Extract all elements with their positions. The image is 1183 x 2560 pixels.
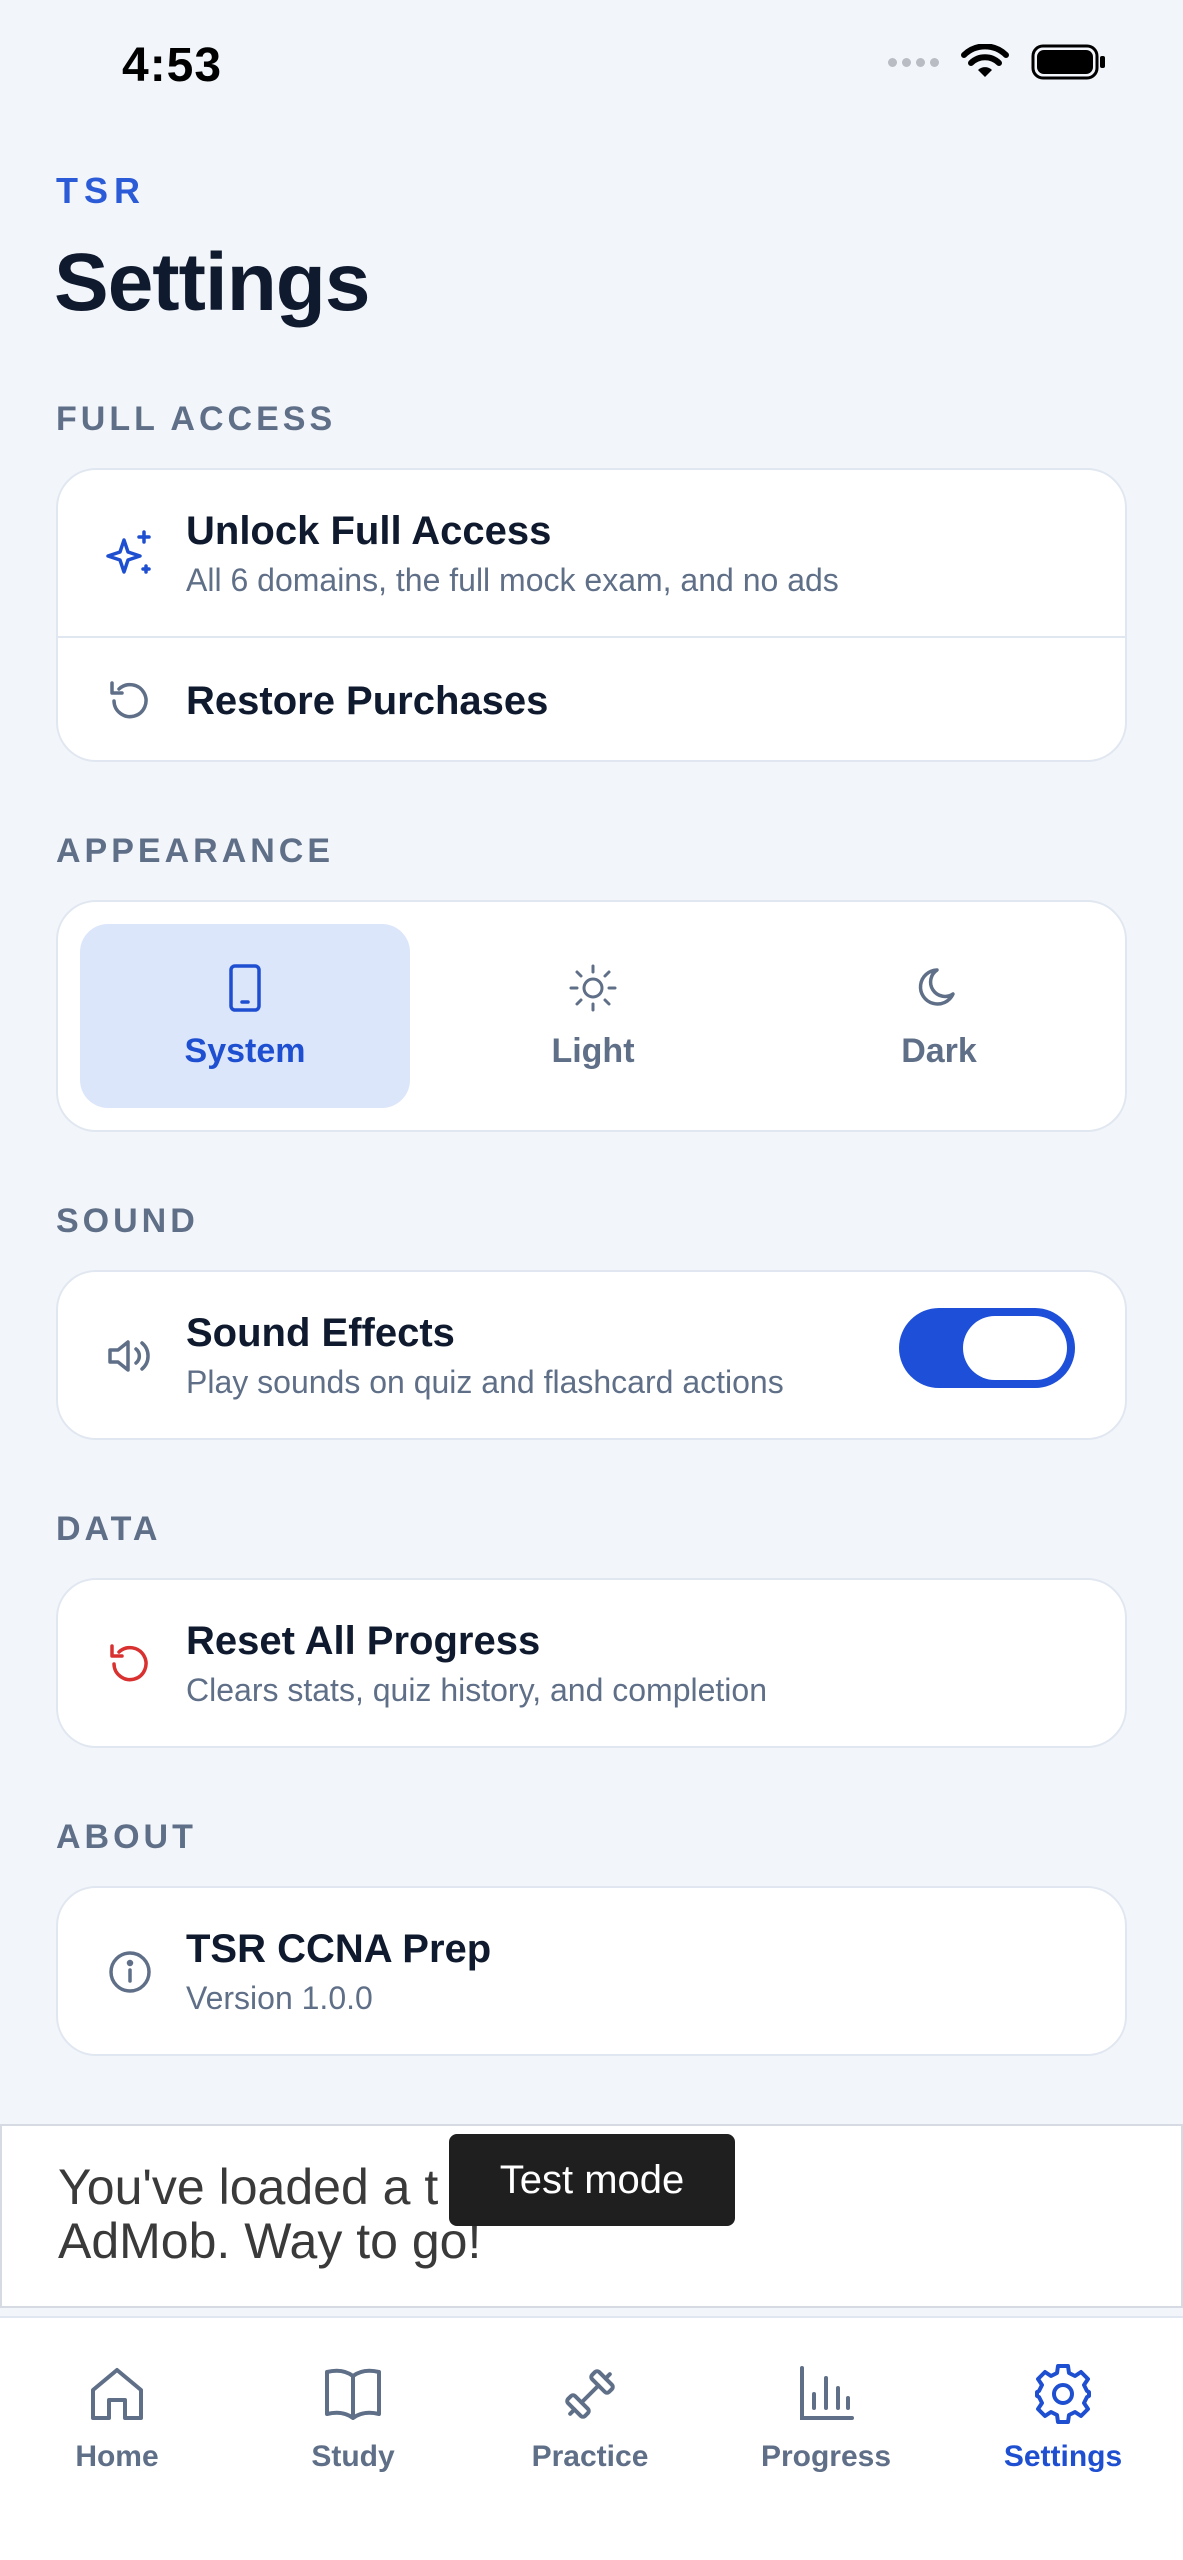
restore-title: Restore Purchases xyxy=(186,678,549,723)
tab-label-study: Study xyxy=(311,2440,395,2473)
restore-icon xyxy=(102,673,158,729)
toggle-knob xyxy=(963,1316,1067,1380)
sound-effects-title: Sound Effects xyxy=(186,1311,455,1355)
tab-label-home: Home xyxy=(75,2440,159,2473)
ad-text-line1: You've loaded a t xyxy=(58,2159,439,2215)
sound-effects-row: Sound Effects Play sounds on quiz and fl… xyxy=(58,1272,1125,1438)
page-title: Settings xyxy=(54,237,370,328)
unlock-subtitle: All 6 domains, the full mock exam, and n… xyxy=(186,562,839,598)
brand-label: TSR xyxy=(56,170,146,211)
reset-texts: Reset All Progress Clears stats, quiz hi… xyxy=(186,1619,767,1709)
tab-home[interactable]: Home xyxy=(17,2362,217,2474)
section-header-data: DATA xyxy=(56,1510,162,1548)
wifi-icon xyxy=(961,44,1009,77)
appearance-option-dark[interactable]: Dark xyxy=(774,924,1104,1108)
ad-text-line2: AdMob. Way to go! xyxy=(58,2213,482,2269)
appearance-label-system: System xyxy=(184,1031,306,1070)
full-access-card: Unlock Full Access All 6 domains, the fu… xyxy=(56,468,1127,762)
section-header-sound: SOUND xyxy=(56,1202,199,1240)
sound-effects-subtitle: Play sounds on quiz and flashcard action… xyxy=(186,1364,784,1400)
tab-study[interactable]: Study xyxy=(253,2362,453,2474)
restore-texts: Restore Purchases xyxy=(186,679,548,724)
appearance-label-light: Light xyxy=(551,1031,635,1070)
status-time: 4:53 xyxy=(122,39,223,92)
section-header-appearance: APPEARANCE xyxy=(56,832,335,870)
tab-bar: Home Study Practice Progress Settings xyxy=(0,2316,1183,2560)
moon-icon xyxy=(918,967,955,1006)
app-version: Version 1.0.0 xyxy=(186,1980,373,2016)
sound-effects-toggle[interactable] xyxy=(899,1308,1075,1388)
data-card: Reset All Progress Clears stats, quiz hi… xyxy=(56,1578,1127,1748)
unlock-full-access-row[interactable]: Unlock Full Access All 6 domains, the fu… xyxy=(58,470,1125,638)
home-icon xyxy=(91,2368,143,2420)
appearance-option-system[interactable]: System xyxy=(80,924,410,1108)
reset-progress-row[interactable]: Reset All Progress Clears stats, quiz hi… xyxy=(58,1580,1125,1746)
app-name: TSR CCNA Prep xyxy=(186,1927,492,1971)
reset-subtitle: Clears stats, quiz history, and completi… xyxy=(186,1672,767,1708)
tab-label-practice: Practice xyxy=(531,2440,649,2473)
about-texts: TSR CCNA Prep Version 1.0.0 xyxy=(186,1927,491,2017)
sun-icon xyxy=(569,964,617,1011)
info-icon xyxy=(102,1944,158,2000)
phone-icon xyxy=(229,963,261,1012)
appearance-label-dark: Dark xyxy=(901,1031,977,1070)
appearance-card: System Light Dark xyxy=(56,900,1127,1132)
battery-icon xyxy=(1031,44,1105,80)
test-mode-badge: Test mode xyxy=(449,2134,735,2226)
dumbbell-icon xyxy=(565,2369,615,2419)
about-app-row: TSR CCNA Prep Version 1.0.0 xyxy=(58,1888,1125,2054)
tab-label-progress: Progress xyxy=(760,2440,892,2473)
reset-icon xyxy=(102,1636,158,1692)
tab-practice[interactable]: Practice xyxy=(490,2362,690,2474)
section-header-full-access: FULL ACCESS xyxy=(56,400,337,438)
unlock-texts: Unlock Full Access All 6 domains, the fu… xyxy=(186,509,839,599)
tab-label-settings: Settings xyxy=(1003,2440,1123,2473)
sparkles-icon xyxy=(102,526,158,582)
bar-chart-icon xyxy=(800,2366,854,2420)
speaker-icon xyxy=(102,1328,158,1384)
tab-settings[interactable]: Settings xyxy=(963,2362,1163,2474)
book-icon xyxy=(325,2368,381,2420)
appearance-option-light[interactable]: Light xyxy=(428,924,758,1108)
status-icons xyxy=(888,44,1107,80)
settings-screen: 4:53 TSR Settings FULL ACCESS Unlock Ful… xyxy=(0,0,1183,2560)
signal-icon xyxy=(888,57,939,67)
sound-card: Sound Effects Play sounds on quiz and fl… xyxy=(56,1270,1127,1440)
tab-progress[interactable]: Progress xyxy=(726,2362,926,2474)
unlock-title: Unlock Full Access xyxy=(186,509,552,553)
gear-icon xyxy=(1035,2364,1091,2424)
sound-effects-texts: Sound Effects Play sounds on quiz and fl… xyxy=(186,1311,784,1401)
about-card: TSR CCNA Prep Version 1.0.0 xyxy=(56,1886,1127,2056)
restore-purchases-row[interactable]: Restore Purchases xyxy=(58,638,1125,760)
section-header-about: ABOUT xyxy=(56,1818,197,1856)
reset-title: Reset All Progress xyxy=(186,1619,541,1663)
